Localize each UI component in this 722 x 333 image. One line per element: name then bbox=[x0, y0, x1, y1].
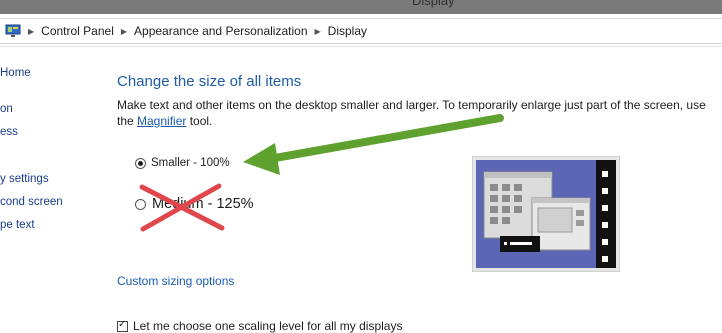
sidebar-item-settings[interactable]: y settings bbox=[0, 173, 49, 185]
address-bar[interactable]: ▶ Control Panel ▶ Appearance and Persona… bbox=[0, 14, 722, 47]
scaling-checkbox-row[interactable]: Let me choose one scaling level for all … bbox=[117, 319, 402, 333]
scaling-checkbox[interactable] bbox=[117, 319, 128, 332]
option-medium[interactable]: Medium - 125% bbox=[135, 196, 254, 212]
control-panel-icon bbox=[5, 24, 21, 38]
window-titlebar: Display bbox=[0, 0, 722, 14]
chevron-right-icon[interactable]: ▶ bbox=[315, 27, 321, 36]
sidebar-item-home[interactable]: Home bbox=[0, 67, 31, 79]
chevron-right-icon[interactable]: ▶ bbox=[28, 27, 34, 36]
description-text-end: tool. bbox=[186, 114, 213, 128]
medium-radio[interactable] bbox=[135, 198, 146, 210]
chevron-right-icon[interactable]: ▶ bbox=[121, 27, 127, 36]
sidebar-item-1[interactable]: on bbox=[0, 103, 13, 115]
breadcrumb-display[interactable]: Display bbox=[328, 24, 367, 38]
medium-label[interactable]: Medium - 125% bbox=[152, 196, 254, 212]
window-title: Display bbox=[412, 0, 455, 8]
custom-sizing-options-link[interactable]: Custom sizing options bbox=[117, 274, 234, 288]
description: Make text and other items on the desktop… bbox=[117, 97, 707, 129]
sidebar-item-text[interactable]: pe text bbox=[0, 219, 35, 231]
breadcrumb-control-panel[interactable]: Control Panel bbox=[41, 24, 114, 38]
smaller-label[interactable]: Smaller - 100% bbox=[151, 157, 230, 169]
display-preview-image bbox=[471, 155, 621, 273]
breadcrumb: ▶ Control Panel ▶ Appearance and Persona… bbox=[0, 18, 722, 44]
smaller-radio[interactable] bbox=[135, 157, 146, 169]
option-smaller[interactable]: Smaller - 100% bbox=[135, 157, 230, 169]
breadcrumb-appearance[interactable]: Appearance and Personalization bbox=[134, 24, 307, 38]
sidebar-item-second-screen[interactable]: cond screen bbox=[0, 196, 63, 208]
sidebar-item-2[interactable]: ess bbox=[0, 126, 18, 138]
sidebar: Home on ess y settings cond screen pe te… bbox=[0, 46, 100, 327]
scaling-checkbox-label[interactable]: Let me choose one scaling level for all … bbox=[133, 319, 402, 333]
page-title: Change the size of all items bbox=[117, 73, 302, 90]
magnifier-link[interactable]: Magnifier bbox=[137, 114, 186, 128]
